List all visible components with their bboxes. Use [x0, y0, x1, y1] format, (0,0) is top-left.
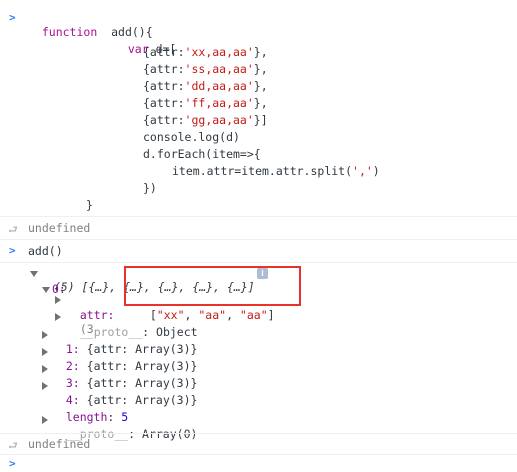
code-line-3: {attr:'xx,aa,aa'}, [143, 45, 268, 59]
separator [0, 262, 517, 263]
code-line-12: } [86, 198, 93, 212]
return-arrow-icon: ⮐ [8, 223, 18, 236]
keyword-function: function [41, 25, 98, 39]
collapse-triangle-icon[interactable] [42, 348, 48, 356]
collapse-triangle-icon[interactable] [42, 331, 48, 339]
code-line-11: }) [143, 181, 157, 195]
highlight-box [124, 266, 301, 306]
code-line-5: {attr:'dd,aa,aa'}, [143, 79, 268, 93]
code-line-9: d.forEach(item=>{ [143, 147, 261, 161]
collapse-triangle-icon[interactable] [55, 296, 61, 304]
expand-triangle-icon[interactable] [30, 271, 38, 277]
separator [0, 454, 517, 455]
code-line-4: {attr:'ss,aa,aa'}, [143, 62, 268, 76]
result-undefined: undefined [28, 221, 91, 235]
code-line-10: item.attr=item.attr.split(',') [172, 164, 380, 178]
separator [0, 239, 517, 240]
collapse-triangle-icon[interactable] [42, 365, 48, 373]
code-line-8: console.log(d) [143, 130, 240, 144]
console-prompt-chevron: > [9, 244, 16, 257]
result-undefined: undefined [28, 437, 91, 451]
console-prompt-chevron: > [9, 11, 16, 24]
code-line-7: {attr:'gg,aa,aa'}] [143, 113, 268, 127]
collapse-triangle-icon[interactable] [42, 416, 48, 424]
separator [0, 433, 517, 434]
separator [0, 216, 517, 217]
collapse-triangle-icon[interactable] [55, 313, 61, 321]
item-index-0[interactable]: 0: [52, 282, 66, 296]
expand-triangle-icon[interactable] [42, 287, 50, 293]
command-add: add() [28, 244, 63, 258]
console-input-prompt[interactable]: > [9, 457, 16, 470]
code-line-6: {attr:'ff,aa,aa'}, [143, 96, 268, 110]
collapse-triangle-icon[interactable] [42, 382, 48, 390]
